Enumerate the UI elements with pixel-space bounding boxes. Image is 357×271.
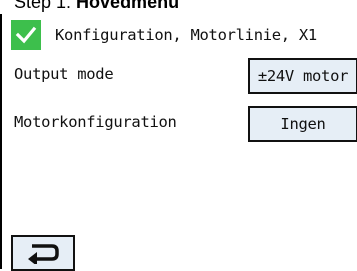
- back-button[interactable]: [11, 235, 75, 271]
- output-mode-button[interactable]: ±24V motor: [248, 58, 357, 94]
- motorkonfiguration-button[interactable]: Ingen: [248, 106, 357, 142]
- step-caption-prefix: Step 1:: [14, 0, 77, 12]
- device-screen: Konfiguration, Motorlinie, X1 Output mod…: [0, 14, 357, 271]
- screen-title: Konfiguration, Motorlinie, X1: [55, 26, 317, 44]
- screen-header: Konfiguration, Motorlinie, X1: [11, 17, 317, 53]
- output-mode-label: Output mode: [14, 65, 114, 83]
- checkmark-icon: [11, 20, 41, 50]
- step-caption: Step 1: Hovedmenu: [14, 0, 179, 13]
- motorkonfiguration-label: Motorkonfiguration: [14, 113, 177, 131]
- step-caption-title: Hovedmenu: [76, 0, 180, 12]
- return-arrow-icon: [26, 242, 60, 264]
